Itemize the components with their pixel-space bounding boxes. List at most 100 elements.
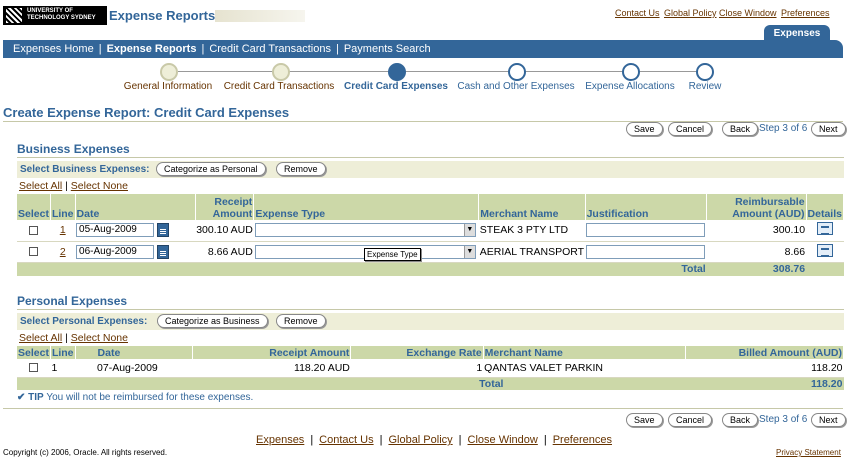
tip-check-icon: ✔ xyxy=(17,392,26,403)
cancel-button[interactable]: Cancel xyxy=(668,122,713,136)
train-step-4-icon[interactable] xyxy=(508,63,526,81)
train-step-credit-card-transactions[interactable]: Credit Card Transactions xyxy=(224,81,335,92)
business-expenses-heading: Business Expenses xyxy=(17,142,130,156)
train-step-expense-allocations[interactable]: Expense Allocations xyxy=(585,81,675,92)
footer-contact-us-link[interactable]: Contact Us xyxy=(319,434,373,446)
reimbursable-amount: 8.66 xyxy=(706,241,807,263)
nav-credit-card-transactions[interactable]: Credit Card Transactions xyxy=(209,43,331,55)
footer-links: Expenses | Contact Us | Global Policy | Close … xyxy=(256,434,612,446)
line-link[interactable]: 2 xyxy=(60,246,66,258)
title-divider xyxy=(3,121,843,122)
expense-type-tooltip: Expense Type xyxy=(364,248,421,261)
remove-personal-button[interactable]: Remove xyxy=(276,314,326,328)
train-step-general-information[interactable]: General Information xyxy=(124,81,212,92)
select-all-link[interactable]: Select All xyxy=(19,180,62,192)
train-step-6-icon[interactable] xyxy=(696,63,714,81)
select-separator: | xyxy=(65,332,68,344)
personal-expenses-table: Select Line Date Receipt Amount Exchange… xyxy=(17,346,845,390)
row-checkbox[interactable] xyxy=(29,363,39,373)
close-window-link[interactable]: Close Window xyxy=(719,8,777,18)
nav-payments-search[interactable]: Payments Search xyxy=(344,43,431,55)
total-row: Total 308.76 xyxy=(17,262,844,276)
col-reimbursable-amount: Reimbursable Amount (AUD) xyxy=(706,194,807,220)
details-icon[interactable] xyxy=(816,222,833,236)
back-button[interactable]: Back xyxy=(722,122,759,136)
row-checkbox[interactable] xyxy=(29,247,39,257)
train-step-2-icon[interactable] xyxy=(272,63,290,81)
categorize-as-personal-button[interactable]: Categorize as Personal xyxy=(156,162,266,176)
sub-navigation: Expenses Home | Expense Reports | Credit Car… xyxy=(3,40,843,58)
university-logo: UNIVERSITY OF TECHNOLOGY SYDNEY xyxy=(3,6,107,25)
col-expense-type: Expense Type xyxy=(253,194,480,220)
step-indicator-bottom: Step 3 of 6 xyxy=(759,414,808,425)
calendar-icon[interactable] xyxy=(156,223,169,238)
step-indicator: Step 3 of 6 xyxy=(759,123,808,134)
save-button-bottom[interactable]: Save xyxy=(626,413,663,427)
footer-close-window-link[interactable]: Close Window xyxy=(468,434,538,446)
select-all-link[interactable]: Select All xyxy=(19,332,62,344)
train-step-cash-and-other-expenses[interactable]: Cash and Other Expenses xyxy=(457,81,574,92)
date-field[interactable]: 05-Aug-2009 xyxy=(76,223,155,238)
date-field[interactable]: 06-Aug-2009 xyxy=(76,244,155,259)
col-select: Select xyxy=(17,346,51,359)
nav-expenses-home[interactable]: Expenses Home xyxy=(13,43,94,55)
col-merchant-name: Merchant Name xyxy=(478,194,586,220)
tip-text: You will not be reimbursed for these exp… xyxy=(46,392,254,403)
col-details: Details xyxy=(806,194,845,220)
train-step-1-icon[interactable] xyxy=(160,63,178,81)
chevron-down-icon: ▼ xyxy=(463,224,475,237)
personal-selection-bar: Select Personal Expenses: xyxy=(17,313,844,330)
line-link[interactable]: 1 xyxy=(60,224,66,236)
preferences-link[interactable]: Preferences xyxy=(781,8,830,18)
logo-line1: UNIVERSITY OF xyxy=(27,8,73,14)
privacy-statement-link[interactable]: Privacy Statement xyxy=(776,448,841,457)
footer-expenses-link[interactable]: Expenses xyxy=(256,434,304,446)
calendar-icon[interactable] xyxy=(156,244,169,259)
select-none-link[interactable]: Select None xyxy=(71,332,128,344)
global-policy-link[interactable]: Global Policy xyxy=(664,8,717,18)
page-title: Create Expense Report: Credit Card Expen… xyxy=(3,105,290,120)
next-button-bottom[interactable]: Next xyxy=(811,413,846,427)
save-button[interactable]: Save xyxy=(626,122,663,136)
train-step-5-icon[interactable] xyxy=(622,63,640,81)
col-line: Line xyxy=(50,346,76,359)
remove-business-button[interactable]: Remove xyxy=(276,162,326,176)
contact-us-link[interactable]: Contact Us xyxy=(615,8,660,18)
total-label: Total xyxy=(17,377,686,390)
billed-amount: 118.20 xyxy=(685,359,844,378)
nav-separator: | xyxy=(335,43,339,55)
receipt-amount: 118.20 AUD xyxy=(192,359,351,378)
footer-global-policy-link[interactable]: Global Policy xyxy=(388,434,452,446)
select-business-label: Select Business Expenses: xyxy=(20,164,150,175)
total-label: Total xyxy=(17,262,707,276)
expense-date: 07-Aug-2009 xyxy=(75,359,193,378)
line-number: 1 xyxy=(50,359,76,378)
col-line: Line xyxy=(50,194,76,220)
train-step-review[interactable]: Review xyxy=(689,81,722,92)
justification-field[interactable] xyxy=(586,223,706,238)
merchant-name: STEAK 3 PTY LTD xyxy=(478,220,586,242)
train-step-3-icon xyxy=(388,63,406,81)
nav-expense-reports[interactable]: Expense Reports xyxy=(107,43,197,55)
col-date: Date xyxy=(75,194,196,220)
exchange-rate: 1 xyxy=(350,359,484,378)
cancel-button-bottom[interactable]: Cancel xyxy=(668,413,713,427)
next-button[interactable]: Next xyxy=(811,122,846,136)
select-none-link[interactable]: Select None xyxy=(71,180,128,192)
back-button-bottom[interactable]: Back xyxy=(722,413,759,427)
table-row: 2 06-Aug-2009 8.66 AUD ▼ AERIAL TRANSPOR… xyxy=(17,241,844,263)
select-personal-label: Select Personal Expenses: xyxy=(20,316,148,327)
select-separator: | xyxy=(65,180,68,192)
categorize-as-business-button[interactable]: Categorize as Business xyxy=(157,314,268,328)
footer-divider xyxy=(3,408,843,409)
logo-line2: TECHNOLOGY SYDNEY xyxy=(27,15,96,21)
personal-expenses-heading: Personal Expenses xyxy=(17,294,128,308)
justification-field[interactable] xyxy=(586,244,706,259)
footer-preferences-link[interactable]: Preferences xyxy=(553,434,612,446)
app-title: Expense Reports xyxy=(109,8,216,23)
row-checkbox[interactable] xyxy=(29,225,39,235)
total-amount: 308.76 xyxy=(706,262,807,276)
expense-type-select[interactable]: ▼ xyxy=(254,223,476,238)
receipt-amount: 8.66 AUD xyxy=(195,241,254,263)
details-icon[interactable] xyxy=(816,243,833,257)
